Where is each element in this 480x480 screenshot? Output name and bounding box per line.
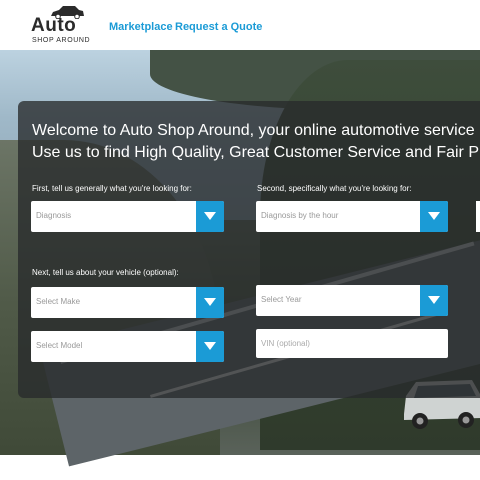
model-value: Select Model	[36, 341, 83, 350]
chevron-down-icon[interactable]	[420, 201, 448, 232]
welcome-line-1: Welcome to Auto Shop Around, your online…	[32, 122, 480, 139]
site-header: Auto SHOP AROUND Marketplace Request a Q…	[0, 0, 480, 50]
logo-subtitle: SHOP AROUND	[32, 37, 91, 44]
label-specific: Second, specifically what you're looking…	[257, 184, 412, 193]
label-vehicle: Next, tell us about your vehicle (option…	[32, 268, 179, 277]
vin-input[interactable]	[256, 329, 448, 358]
year-value: Select Year	[261, 295, 302, 304]
make-select[interactable]: Select Make	[31, 287, 224, 318]
service-category-select[interactable]: Diagnosis	[31, 201, 224, 232]
make-value: Select Make	[36, 297, 81, 306]
service-category-value: Diagnosis	[36, 211, 72, 220]
chevron-down-icon[interactable]	[196, 287, 224, 318]
year-select[interactable]: Select Year	[256, 285, 448, 316]
label-general: First, tell us generally what you're loo…	[32, 184, 192, 193]
welcome-line-2: Use us to find High Quality, Great Custo…	[32, 144, 480, 161]
logo-word: Auto	[31, 15, 77, 36]
chevron-down-icon[interactable]	[196, 201, 224, 232]
chevron-down-icon[interactable]	[196, 331, 224, 362]
nav-marketplace[interactable]: Marketplace	[109, 21, 173, 33]
nav-request-quote[interactable]: Request a Quote	[175, 21, 262, 33]
welcome-heading: Welcome to Auto Shop Around, your online…	[32, 120, 480, 164]
service-detail-select[interactable]: Diagnosis by the hour	[256, 201, 448, 232]
cut-off-control	[476, 201, 480, 232]
model-select[interactable]: Select Model	[31, 331, 224, 362]
site-logo[interactable]: Auto SHOP AROUND	[31, 4, 91, 46]
service-detail-value: Diagnosis by the hour	[261, 211, 339, 220]
chevron-down-icon[interactable]	[420, 285, 448, 316]
